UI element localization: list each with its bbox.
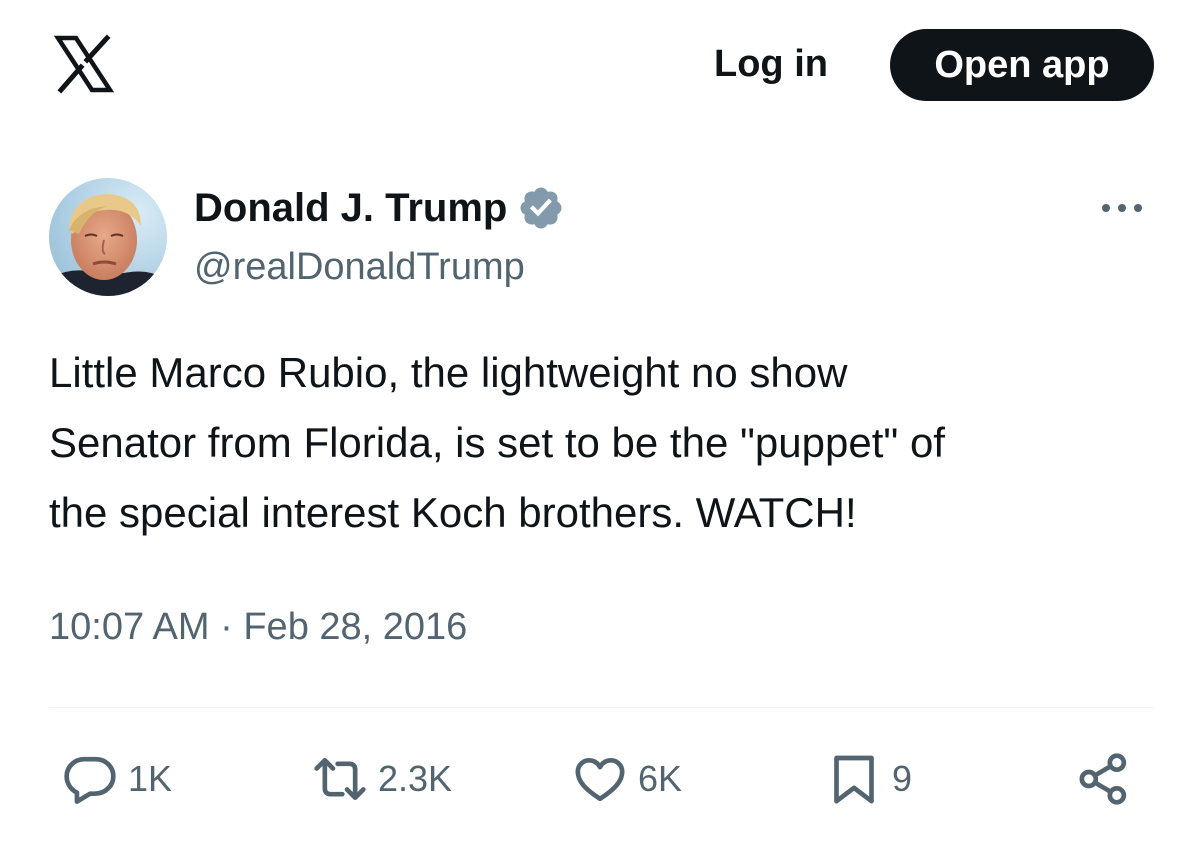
bookmark-icon <box>834 755 874 804</box>
bookmark-count: 9 <box>892 758 913 799</box>
repost-count: 2.3K <box>378 758 453 799</box>
x-logo-icon[interactable] <box>52 32 116 96</box>
tweet-text: Little Marco Rubio, the lightweight no s… <box>49 349 945 536</box>
reply-button[interactable]: 1K <box>62 750 172 808</box>
timestamp[interactable]: 10:07 AM · Feb 28, 2016 <box>49 602 467 652</box>
tweet-date[interactable]: Feb 28, 2016 <box>243 606 467 648</box>
avatar[interactable] <box>49 178 167 296</box>
handle[interactable]: @realDonaldTrump <box>194 244 525 290</box>
heart-icon <box>575 758 625 802</box>
repost-button[interactable]: 2.3K <box>312 750 452 808</box>
bookmark-button[interactable]: 9 <box>826 750 912 808</box>
like-count: 6K <box>638 758 683 799</box>
like-button[interactable]: 6K <box>572 750 682 808</box>
share-icon <box>1079 753 1127 805</box>
divider <box>49 707 1153 708</box>
verified-badge-icon <box>520 187 562 229</box>
login-link[interactable]: Log in <box>714 42 828 86</box>
display-name[interactable]: Donald J. Trump <box>194 184 507 232</box>
repost-icon <box>314 758 366 800</box>
share-button[interactable] <box>1076 750 1132 808</box>
reply-count: 1K <box>128 758 173 799</box>
timestamp-separator: · <box>220 606 233 648</box>
open-app-button[interactable]: Open app <box>890 29 1154 101</box>
reply-icon <box>64 756 116 804</box>
more-options-icon[interactable] <box>1098 196 1146 220</box>
tweet-time[interactable]: 10:07 AM <box>49 606 210 648</box>
